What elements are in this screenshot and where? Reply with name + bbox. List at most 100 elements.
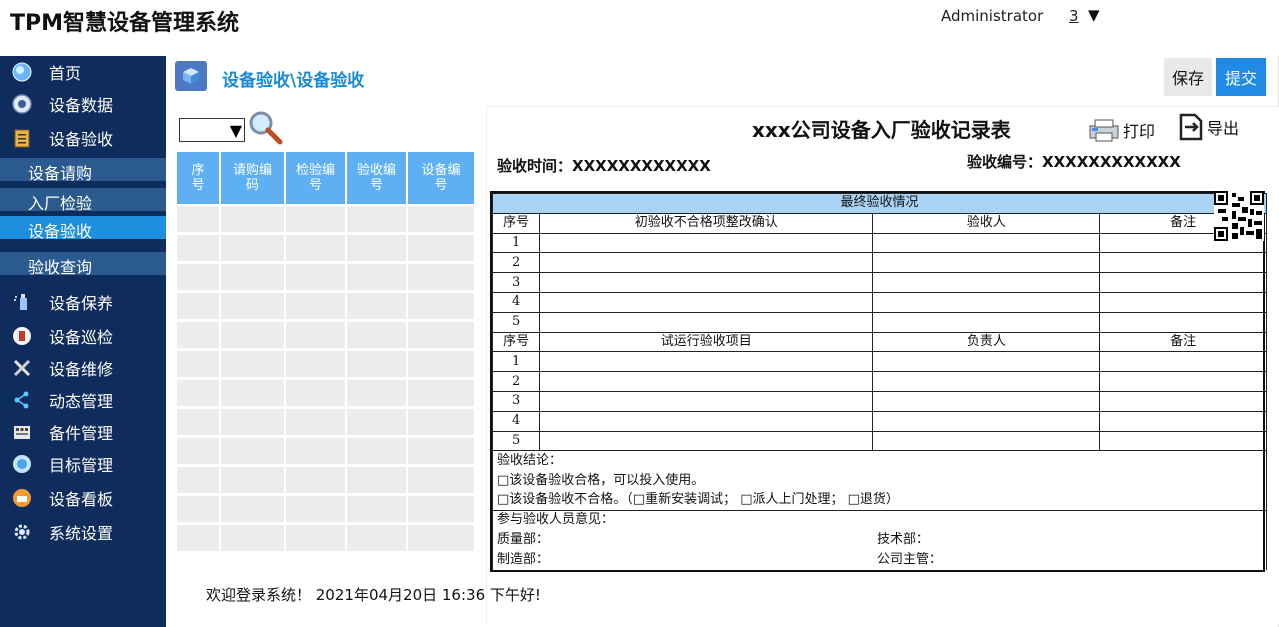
list-cell[interactable] (286, 380, 345, 406)
table-cell[interactable] (872, 232, 1101, 254)
table-cell[interactable] (539, 232, 874, 254)
list-cell[interactable] (221, 322, 284, 348)
subitem-purchase-request[interactable]: 设备请购 (0, 158, 166, 183)
list-cell[interactable] (286, 206, 345, 232)
list-cell[interactable] (221, 351, 284, 377)
list-cell[interactable] (221, 438, 284, 464)
export-button[interactable]: 导出 (1175, 111, 1239, 143)
list-cell[interactable] (177, 438, 219, 464)
table-cell[interactable] (539, 390, 874, 412)
table-cell[interactable] (539, 272, 874, 293)
list-cell[interactable] (221, 206, 284, 232)
table-cell[interactable] (539, 252, 874, 274)
sidebar-item-home[interactable]: 首页 (0, 56, 166, 88)
list-cell[interactable] (286, 235, 345, 261)
submit-button[interactable]: 提交 (1216, 58, 1266, 96)
list-cell[interactable] (177, 525, 219, 551)
table-cell[interactable] (1099, 272, 1267, 293)
list-cell[interactable] (347, 293, 406, 319)
user-menu-caret-icon[interactable]: ▼ (1088, 6, 1100, 24)
sidebar-item-inspection[interactable]: 设备巡检 (0, 320, 166, 352)
search-icon[interactable] (246, 108, 286, 148)
table-cell[interactable] (872, 390, 1101, 412)
list-cell[interactable] (221, 467, 284, 493)
column-header-device-no[interactable]: 设备编 号 (408, 152, 474, 204)
list-cell[interactable] (286, 496, 345, 522)
column-header-acceptance-no[interactable]: 验收编 号 (347, 152, 406, 204)
table-cell[interactable] (1099, 351, 1267, 373)
list-cell[interactable] (347, 206, 406, 232)
list-cell[interactable] (286, 409, 345, 435)
list-cell[interactable] (408, 467, 474, 493)
sidebar-item-settings[interactable]: 系统设置 (0, 516, 166, 548)
list-cell[interactable] (177, 264, 219, 290)
table-cell[interactable] (539, 410, 874, 432)
column-header-inspection-no[interactable]: 检验编 号 (286, 152, 345, 204)
list-cell[interactable] (408, 322, 474, 348)
list-cell[interactable] (221, 380, 284, 406)
list-cell[interactable] (221, 496, 284, 522)
list-cell[interactable] (286, 467, 345, 493)
list-cell[interactable] (286, 322, 345, 348)
notification-count[interactable]: 3 (1069, 7, 1079, 25)
list-cell[interactable] (347, 235, 406, 261)
table-cell[interactable] (872, 410, 1101, 432)
list-cell[interactable] (408, 293, 474, 319)
list-cell[interactable] (347, 438, 406, 464)
list-cell[interactable] (221, 293, 284, 319)
list-cell[interactable] (286, 525, 345, 551)
column-header-purchase-code[interactable]: 请购编 码 (221, 152, 284, 204)
table-cell[interactable] (539, 311, 874, 333)
sidebar-item-dynamic[interactable]: 动态管理 (0, 384, 166, 416)
column-header-index[interactable]: 序 号 (177, 152, 219, 204)
list-cell[interactable] (177, 206, 219, 232)
list-cell[interactable] (408, 380, 474, 406)
sidebar-item-device-data[interactable]: 设备数据 (0, 88, 166, 120)
list-cell[interactable] (286, 293, 345, 319)
table-cell[interactable] (872, 430, 1101, 452)
table-cell[interactable] (1099, 371, 1267, 392)
list-cell[interactable] (347, 322, 406, 348)
list-cell[interactable] (177, 322, 219, 348)
filter-select[interactable]: ▼ (179, 118, 245, 142)
table-cell[interactable] (1099, 291, 1267, 313)
subitem-acceptance-query[interactable]: 验收查询 (0, 252, 166, 277)
table-cell[interactable] (872, 311, 1101, 333)
subitem-incoming-inspection[interactable]: 入厂检验 (0, 188, 166, 213)
sidebar-item-repair[interactable]: 设备维修 (0, 352, 166, 384)
list-cell[interactable] (408, 496, 474, 522)
list-cell[interactable] (221, 525, 284, 551)
list-cell[interactable] (347, 467, 406, 493)
list-cell[interactable] (347, 264, 406, 290)
list-cell[interactable] (221, 264, 284, 290)
sidebar-item-spare-parts[interactable]: 备件管理 (0, 416, 166, 448)
list-cell[interactable] (177, 496, 219, 522)
user-name[interactable]: Administrator (941, 7, 1043, 25)
conclusion-fail-checkbox[interactable]: □该设备验收不合格。（□重新安装调试； □派人上门处理； □退货） (492, 490, 1267, 511)
list-cell[interactable] (347, 409, 406, 435)
table-cell[interactable] (539, 371, 874, 392)
list-cell[interactable] (408, 351, 474, 377)
table-cell[interactable] (539, 430, 874, 452)
list-cell[interactable] (177, 351, 219, 377)
sidebar-item-dashboard[interactable]: 设备看板 (0, 482, 166, 514)
list-cell[interactable] (347, 380, 406, 406)
list-cell[interactable] (408, 525, 474, 551)
save-button[interactable]: 保存 (1164, 58, 1212, 96)
list-cell[interactable] (221, 235, 284, 261)
table-cell[interactable] (1099, 252, 1267, 274)
table-cell[interactable] (872, 252, 1101, 274)
table-cell[interactable] (1099, 430, 1267, 452)
list-cell[interactable] (177, 380, 219, 406)
table-cell[interactable] (872, 371, 1101, 392)
table-cell[interactable] (539, 351, 874, 373)
conclusion-pass-checkbox[interactable]: □该设备验收合格，可以投入使用。 (492, 470, 1267, 491)
list-cell[interactable] (177, 409, 219, 435)
table-cell[interactable] (872, 291, 1101, 313)
list-cell[interactable] (347, 525, 406, 551)
sidebar-item-device-acceptance[interactable]: 设备验收 (0, 122, 166, 154)
list-cell[interactable] (408, 438, 474, 464)
table-cell[interactable] (1099, 410, 1267, 432)
list-cell[interactable] (286, 438, 345, 464)
list-cell[interactable] (286, 351, 345, 377)
